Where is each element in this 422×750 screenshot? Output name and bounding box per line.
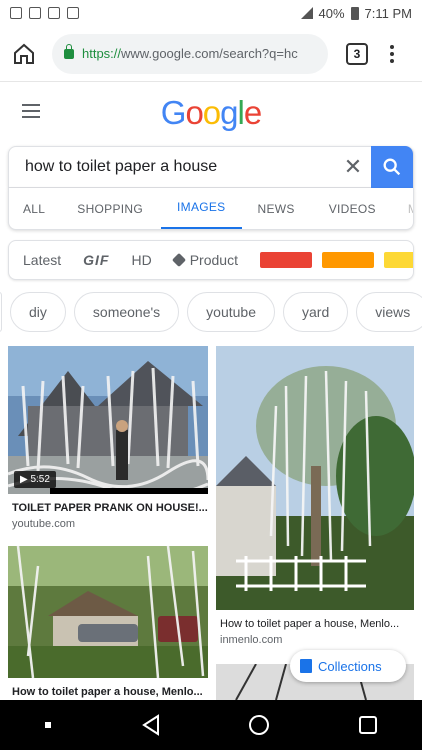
hamburger-menu-icon[interactable] [22, 104, 40, 118]
tab-videos[interactable]: VIDEOS [311, 188, 394, 229]
tab-switcher-button[interactable]: 3 [346, 42, 368, 65]
signal-icon [300, 7, 313, 19]
tab-news[interactable]: NEWS [242, 188, 311, 229]
video-duration: ▶ 5:52 [14, 471, 56, 488]
collections-label: Collections [318, 658, 382, 674]
result-caption[interactable]: TOILET PAPER PRANK ON HOUSE!... [8, 502, 208, 514]
filter-gif[interactable]: GIF [83, 252, 109, 268]
status-bar: 40% 7:11 PM [0, 0, 422, 26]
result-source[interactable]: youtube.com [8, 518, 208, 530]
search-icon [383, 158, 401, 176]
url-text: www.google.com/search?q=hc [121, 46, 298, 61]
search-tabs: ALL SHOPPING IMAGES NEWS VIDEOS MA [8, 188, 414, 230]
battery-icon [350, 6, 359, 20]
result-caption[interactable]: How to toilet paper a house, Menlo... [8, 686, 208, 698]
color-filter-red[interactable] [259, 252, 312, 268]
chip-diy[interactable]: diy [10, 292, 66, 332]
image-result[interactable]: ▶ 5:52 TOILET PAPER PRANK ON HOUSE!... y… [8, 346, 208, 530]
result-thumbnail[interactable] [8, 546, 208, 678]
battery-percent: 40% [318, 5, 345, 21]
back-icon[interactable] [140, 714, 162, 736]
browser-toolbar: https:// www.google.com/search?q=hc 3 [0, 26, 422, 82]
bookmark-icon [300, 659, 312, 673]
filter-latest[interactable]: Latest [23, 252, 61, 268]
chip-views[interactable]: views [356, 292, 422, 332]
tab-all[interactable]: ALL [9, 188, 59, 229]
gallery-icon [48, 7, 60, 19]
search-input[interactable]: how to toilet paper a house [9, 158, 335, 176]
address-bar[interactable]: https:// www.google.com/search?q=hc [52, 33, 328, 74]
home-icon [14, 43, 34, 64]
chip-yard[interactable]: yard [283, 292, 349, 332]
recents-icon[interactable] [357, 714, 379, 736]
browser-menu-button[interactable] [390, 44, 394, 63]
chip-someones[interactable]: someone's [73, 292, 180, 332]
clear-search-button[interactable]: ✕ [335, 154, 371, 180]
search-box: how to toilet paper a house ✕ [8, 146, 414, 188]
collections-button[interactable]: Collections [290, 650, 406, 682]
result-source[interactable]: inmenlo.com [216, 634, 414, 646]
lock-icon [64, 43, 74, 59]
result-caption[interactable]: How to toilet paper a house, Menlo... [216, 618, 414, 630]
color-filter-yellow[interactable] [383, 252, 413, 268]
clock: 7:11 PM [364, 5, 412, 21]
chip-youtube[interactable]: youtube [187, 292, 275, 332]
instagram-icon [29, 7, 41, 19]
wifi-icon [10, 7, 22, 19]
result-thumbnail[interactable] [216, 346, 414, 610]
tab-maps[interactable]: MA [394, 188, 413, 229]
search-button[interactable] [371, 146, 413, 188]
color-filter-orange[interactable] [321, 252, 374, 268]
google-header: Google [0, 82, 422, 144]
filter-product[interactable]: Product [171, 252, 238, 268]
home-circle-icon[interactable] [248, 714, 270, 736]
yard-tp-image [8, 546, 208, 678]
related-chips: diy someone's youtube yard views [0, 292, 422, 334]
tab-shopping[interactable]: SHOPPING [59, 188, 161, 229]
image-result[interactable]: How to toilet paper a house, Menlo... in… [216, 346, 414, 646]
google-logo[interactable]: Google [161, 94, 262, 132]
tag-icon [171, 252, 186, 268]
url-scheme: https:// [82, 46, 122, 61]
tree-tp-image [216, 346, 414, 610]
result-thumbnail[interactable]: ▶ 5:52 [8, 346, 208, 494]
dot-icon[interactable] [43, 720, 53, 730]
filter-hd[interactable]: HD [131, 252, 151, 268]
tab-images[interactable]: IMAGES [161, 188, 242, 229]
chip-partial[interactable] [0, 292, 2, 332]
home-button[interactable] [10, 40, 38, 68]
image-result[interactable]: How to toilet paper a house, Menlo... [8, 546, 208, 698]
system-nav-bar [0, 700, 422, 750]
image-filter-bar: Latest GIF HD Product [8, 240, 414, 280]
instagram-icon [67, 7, 79, 19]
